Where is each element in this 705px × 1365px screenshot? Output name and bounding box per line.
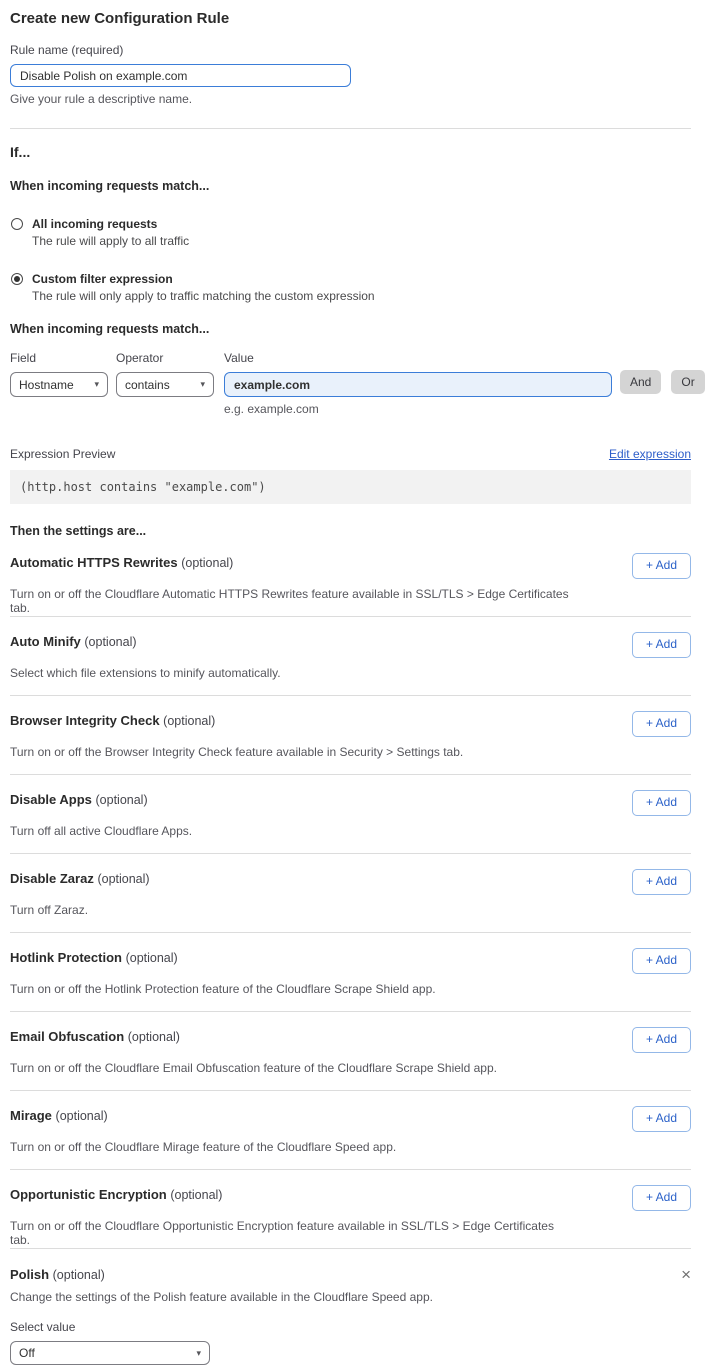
setting-title: Browser Integrity Check (optional) (10, 713, 215, 728)
add-button-auto-minify[interactable]: + Add (632, 632, 691, 658)
value-input[interactable] (224, 372, 612, 397)
optional-tag: (optional) (96, 793, 148, 807)
setting-title: Opportunistic Encryption (optional) (10, 1187, 222, 1202)
setting-polish: Polish (optional) × Change the settings … (10, 1249, 691, 1365)
radio-unchecked-icon[interactable] (11, 218, 23, 230)
setting-description: Turn on or off the Cloudflare Email Obfu… (10, 1061, 570, 1075)
chevron-down-icon: ▾ (196, 1348, 201, 1359)
expression-preview-code: (http.host contains "example.com") (20, 480, 266, 494)
field-label: Field (10, 351, 108, 365)
setting-automatic-https-rewrites: Automatic HTTPS Rewrites (optional) + Ad… (10, 538, 691, 617)
setting-description: Select which file extensions to minify a… (10, 666, 570, 680)
setting-title: Email Obfuscation (optional) (10, 1029, 180, 1044)
radio-checked-icon[interactable] (11, 273, 23, 285)
setting-title: Disable Zaraz (optional) (10, 871, 150, 886)
add-button-automatic-https-rewrites[interactable]: + Add (632, 553, 691, 579)
or-button[interactable]: Or (671, 370, 704, 394)
setting-description: Turn on or off the Cloudflare Automatic … (10, 587, 570, 615)
setting-description: Turn off Zaraz. (10, 903, 570, 917)
radio-option-all-incoming[interactable]: All incoming requests The rule will appl… (10, 217, 691, 248)
optional-tag: (optional) (126, 951, 178, 965)
optional-tag: (optional) (84, 635, 136, 649)
add-button-mirage[interactable]: + Add (632, 1106, 691, 1132)
setting-browser-integrity-check: Browser Integrity Check (optional) + Add… (10, 696, 691, 775)
setting-description: Change the settings of the Polish featur… (10, 1290, 570, 1304)
polish-value-select[interactable]: Off ▾ (10, 1341, 210, 1365)
when-match-heading: When incoming requests match... (10, 179, 691, 193)
expression-preview-label: Expression Preview (10, 447, 115, 461)
edit-expression-link[interactable]: Edit expression (609, 447, 691, 461)
add-button-hotlink-protection[interactable]: + Add (632, 948, 691, 974)
setting-disable-zaraz: Disable Zaraz (optional) + Add Turn off … (10, 854, 691, 933)
setting-description: Turn on or off the Browser Integrity Che… (10, 745, 570, 759)
optional-tag: (optional) (170, 1188, 222, 1202)
radio-option-custom-filter[interactable]: Custom filter expression The rule will o… (10, 272, 691, 303)
add-button-disable-zaraz[interactable]: + Add (632, 869, 691, 895)
setting-title: Hotlink Protection (optional) (10, 950, 178, 965)
expression-preview-box: (http.host contains "example.com") (10, 470, 691, 504)
field-select-value: Hostname (19, 378, 74, 392)
page-title: Create new Configuration Rule (10, 10, 691, 27)
create-configuration-rule-page: Create new Configuration Rule Rule name … (0, 0, 705, 1365)
field-select[interactable]: Hostname ▾ (10, 372, 108, 397)
radio-desc-custom-filter: The rule will only apply to traffic matc… (32, 289, 375, 303)
setting-title: Polish (optional) (10, 1267, 105, 1282)
optional-tag: (optional) (128, 1030, 180, 1044)
setting-email-obfuscation: Email Obfuscation (optional) + Add Turn … (10, 1012, 691, 1091)
setting-title: Disable Apps (optional) (10, 792, 148, 807)
optional-tag: (optional) (53, 1268, 105, 1282)
radio-label-custom-filter: Custom filter expression (32, 272, 375, 286)
optional-tag: (optional) (181, 556, 233, 570)
setting-description: Turn off all active Cloudflare Apps. (10, 824, 570, 838)
setting-auto-minify: Auto Minify (optional) + Add Select whic… (10, 617, 691, 696)
add-button-disable-apps[interactable]: + Add (632, 790, 691, 816)
optional-tag: (optional) (163, 714, 215, 728)
operator-select-value: contains (125, 378, 170, 392)
add-button-opportunistic-encryption[interactable]: + Add (632, 1185, 691, 1211)
setting-description: Turn on or off the Cloudflare Mirage fea… (10, 1140, 570, 1154)
setting-opportunistic-encryption: Opportunistic Encryption (optional) + Ad… (10, 1170, 691, 1249)
close-icon[interactable]: × (681, 1268, 691, 1282)
polish-select-value: Off (19, 1346, 35, 1360)
chevron-down-icon: ▾ (94, 379, 99, 390)
setting-title: Mirage (optional) (10, 1108, 108, 1123)
rule-name-input[interactable] (10, 64, 351, 87)
setting-disable-apps: Disable Apps (optional) + Add Turn off a… (10, 775, 691, 854)
then-settings-heading: Then the settings are... (10, 524, 691, 538)
and-button[interactable]: And (620, 370, 661, 394)
value-label: Value (224, 351, 612, 365)
value-helper: e.g. example.com (224, 402, 612, 416)
add-button-email-obfuscation[interactable]: + Add (632, 1027, 691, 1053)
if-heading: If... (10, 144, 691, 160)
operator-label: Operator (116, 351, 214, 365)
radio-desc-all-incoming: The rule will apply to all traffic (32, 234, 189, 248)
add-button-browser-integrity-check[interactable]: + Add (632, 711, 691, 737)
setting-hotlink-protection: Hotlink Protection (optional) + Add Turn… (10, 933, 691, 1012)
optional-tag: (optional) (56, 1109, 108, 1123)
setting-mirage: Mirage (optional) + Add Turn on or off t… (10, 1091, 691, 1170)
rule-name-helper: Give your rule a descriptive name. (10, 92, 691, 106)
radio-label-all-incoming: All incoming requests (32, 217, 189, 231)
setting-description: Turn on or off the Hotlink Protection fe… (10, 982, 570, 996)
divider (10, 128, 691, 129)
select-value-label: Select value (10, 1320, 691, 1334)
rule-name-label: Rule name (required) (10, 43, 691, 57)
expression-builder-row: Field Hostname ▾ Operator contains ▾ Val… (10, 351, 691, 416)
setting-title: Automatic HTTPS Rewrites (optional) (10, 555, 233, 570)
expression-builder-heading: When incoming requests match... (10, 322, 691, 336)
operator-select[interactable]: contains ▾ (116, 372, 214, 397)
setting-description: Turn on or off the Cloudflare Opportunis… (10, 1219, 570, 1247)
optional-tag: (optional) (97, 872, 149, 886)
setting-title: Auto Minify (optional) (10, 634, 137, 649)
chevron-down-icon: ▾ (200, 379, 205, 390)
